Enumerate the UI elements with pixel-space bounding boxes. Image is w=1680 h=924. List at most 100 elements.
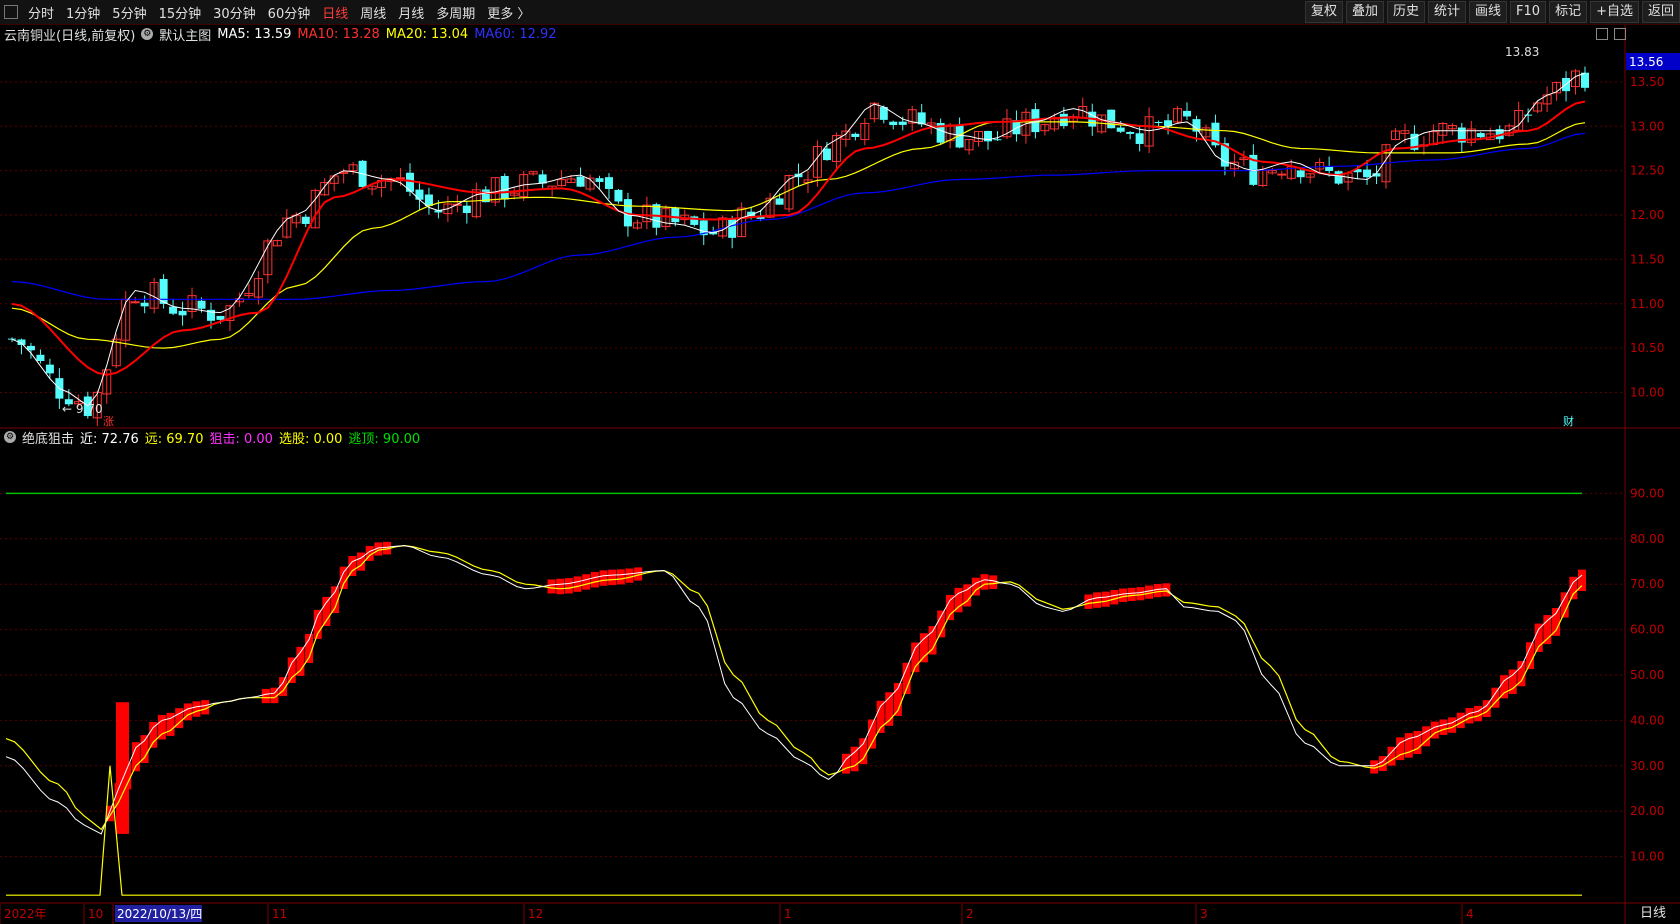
f10-button[interactable]: F10 (1510, 1, 1547, 23)
price-tick-label: 13.00 (1630, 119, 1664, 133)
ma20-value: MA20: 13.04 (385, 26, 469, 42)
indicator-select: 选股: 0.00 (278, 431, 343, 447)
signal-bar (564, 578, 573, 594)
candle-body-down (851, 133, 860, 137)
overlay-button[interactable]: 叠加 (1345, 1, 1384, 23)
signal-bar (1093, 592, 1102, 608)
tab-daily[interactable]: 日线 (316, 3, 354, 22)
signal-bar (1153, 584, 1162, 598)
signal-bar (582, 574, 591, 590)
signal-bar (1119, 588, 1128, 603)
tab-monthly[interactable]: 月线 (392, 3, 430, 22)
back-button[interactable]: 返回 (1641, 1, 1680, 23)
indicator-tick-label: 60.00 (1630, 623, 1664, 637)
signal-bar (980, 574, 989, 590)
signal-bar (149, 722, 158, 748)
candle-body-down (424, 194, 433, 206)
signal-bar (1474, 705, 1483, 722)
candle-body-down (301, 216, 310, 224)
tab-fenshi[interactable]: 分时 (22, 3, 60, 22)
signal-bar (1136, 587, 1145, 601)
candle-body-down (1334, 171, 1343, 184)
signal-bar (608, 569, 617, 586)
candle-body-down (1154, 121, 1163, 123)
signal-bar (556, 578, 565, 595)
candle-body-down (45, 364, 54, 374)
collapse-icon[interactable] (1596, 28, 1608, 40)
signal-bar (1517, 661, 1526, 687)
signal-bar (1456, 712, 1465, 729)
add-watchlist-button[interactable]: +自选 (1590, 1, 1639, 23)
moving-averages (11, 72, 1586, 407)
tab-30min[interactable]: 30分钟 (207, 3, 262, 22)
tab-15min[interactable]: 15分钟 (153, 3, 208, 22)
mark-button[interactable]: 标记 (1549, 1, 1588, 23)
rise-tag: 涨 (103, 415, 114, 428)
price-tick-label: 12.50 (1630, 164, 1664, 178)
indicator-tick-label: 90.00 (1630, 486, 1664, 500)
settings-icon[interactable]: ⚙ (141, 28, 154, 40)
stock-title: 云南铜业(日线,前复权) (4, 28, 136, 44)
signal-bar (322, 596, 331, 626)
candle-body-down (1581, 72, 1589, 88)
history-button[interactable]: 历史 (1386, 1, 1425, 23)
date-tick-label: 10 (88, 907, 103, 921)
draw-line-button[interactable]: 画线 (1469, 1, 1508, 23)
date-tick-label: 2022/10/13/四 (117, 907, 202, 921)
tab-5min[interactable]: 5分钟 (106, 3, 152, 22)
right-toolbar: 复权 叠加 历史 统计 画线 F10 标记 +自选 返回 (1302, 0, 1680, 24)
indicator-tick-label: 10.00 (1630, 850, 1664, 864)
signal-bar (1145, 585, 1154, 599)
signal-bar (1110, 590, 1119, 605)
ma60-value: MA60: 12.92 (474, 26, 557, 42)
current-period-label[interactable]: 日线 (1626, 904, 1680, 924)
indicator-settings-icon[interactable]: ⚙ (4, 431, 16, 443)
candle-body-down (1116, 127, 1125, 132)
date-tick-label: 2 (966, 907, 974, 921)
menu-icon[interactable] (4, 5, 18, 19)
signal-bar (625, 568, 634, 583)
indicator-tick-label: 20.00 (1630, 804, 1664, 818)
date-tick-label: 11 (272, 907, 287, 921)
candlesticks (8, 66, 1589, 427)
tab-60min[interactable]: 60分钟 (262, 3, 317, 22)
signal-bar (616, 569, 625, 585)
price-tick-label: 13.50 (1630, 75, 1664, 89)
restore-rights-button[interactable]: 复权 (1304, 1, 1343, 23)
price-tick-label: 11.50 (1630, 252, 1664, 266)
tab-1min[interactable]: 1分钟 (60, 3, 106, 22)
candle-body-down (595, 178, 604, 182)
tab-more[interactable]: 更多 〉 (481, 3, 536, 22)
kline-chart[interactable]: 13.50 13.00 12.50 12.00 11.50 11.00 10.50 10.00… (0, 0, 1680, 924)
signal-bar (192, 701, 201, 717)
signal-bar (157, 714, 166, 740)
tab-weekly[interactable]: 周线 (354, 3, 392, 22)
stats-button[interactable]: 统计 (1428, 1, 1467, 23)
period-toolbar: 分时 1分钟 5分钟 15分钟 30分钟 60分钟 日线 周线 月线 多周期 更… (0, 0, 1680, 25)
signal-bar (1404, 733, 1413, 758)
high-price-label: 13.83 (1505, 45, 1539, 59)
indicator-grid (0, 492, 1625, 858)
candle-body-down (216, 315, 225, 320)
ma5-line (11, 72, 1586, 407)
maximize-icon[interactable] (1614, 28, 1626, 40)
signal-bar (989, 575, 998, 590)
main-chart-label[interactable]: 默认主图 (159, 25, 211, 44)
candle-body-down (1126, 132, 1135, 134)
signal-bar (928, 626, 937, 655)
indicator-tick-label: 70.00 (1630, 577, 1664, 591)
candle-body-down (1107, 109, 1116, 129)
candle-body-down (1363, 169, 1372, 178)
signal-bar (261, 688, 270, 704)
indicator-name[interactable]: 绝底狙击 (22, 428, 74, 447)
tab-multi-period[interactable]: 多周期 (430, 3, 481, 22)
indicator-legend: ⚙ 绝底狙击 近: 72.76 远: 69.70 狙击: 0.00 选股: 0.… (4, 428, 426, 447)
signal-bar (1101, 591, 1110, 607)
price-tick-label: 12.00 (1630, 208, 1664, 222)
candle-body-down (415, 189, 424, 200)
finance-tag: 财 (1563, 414, 1574, 428)
indicator-snipe: 狙击: 0.00 (209, 431, 273, 447)
date-tick-label: 12 (528, 907, 543, 921)
price-tick-label: 11.00 (1630, 297, 1664, 311)
signal-bar (1465, 708, 1474, 724)
